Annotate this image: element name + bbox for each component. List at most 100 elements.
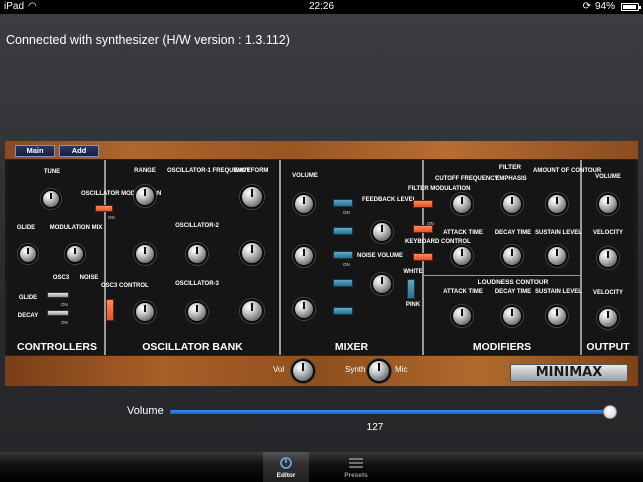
keyboard-control-switch-1[interactable] (413, 225, 433, 233)
editor-icon (280, 457, 292, 469)
pink-label: PINK (405, 302, 421, 308)
osc-modulation-label: OSCILLATOR MODULATION (81, 191, 161, 197)
mic-label: Mic (395, 365, 408, 374)
tab-editor-label: Editor (276, 472, 296, 479)
filter-attack-knob[interactable] (451, 245, 473, 267)
velocity-knob-2[interactable] (597, 307, 619, 329)
output-volume-label: VOLUME (595, 174, 621, 180)
osc2-range-knob[interactable] (134, 243, 156, 265)
noise-volume-knob[interactable] (371, 273, 393, 295)
mixer-osc1-knob[interactable] (293, 193, 315, 215)
controllers-title: CONTROLLERS (17, 341, 97, 353)
add-button[interactable]: Add (59, 145, 99, 157)
mixer-volume-label: VOLUME (292, 173, 318, 179)
osc1-waveform-knob[interactable] (240, 185, 264, 209)
wood-top-rail: Main Add (5, 141, 638, 160)
mixer-feedback-switch[interactable] (333, 227, 353, 235)
osc3-label: OSC3 (52, 275, 70, 281)
loudness-attack-time-label: ATTACK TIME (443, 289, 483, 295)
noise-label: NOISE (79, 275, 99, 281)
osc3-frequency-knob[interactable] (186, 301, 208, 323)
oscillator-bank-title: OSCILLATOR BANK (142, 341, 243, 353)
osc3-range-knob[interactable] (134, 301, 156, 323)
volume-value: 127 (366, 422, 384, 433)
output-volume-knob[interactable] (597, 193, 619, 215)
synth-panel: Main Add TUNE GLIDE MODULATION MIX OSC3 … (5, 141, 638, 386)
connection-status: Connected with synthesizer (H/W version … (6, 33, 290, 47)
mixer-osc1-switch[interactable] (333, 199, 353, 207)
app-screen: iPad ◠ 22:26 ⟳ 94% Connected with synthesi… (0, 0, 643, 482)
volume-label: Volume (127, 405, 164, 417)
tab-presets-label: Presets (344, 472, 368, 479)
loudness-attack-knob[interactable] (451, 305, 473, 327)
loudness-contour-label: LOUDNESS CONTOUR (477, 279, 549, 286)
osc3-control-switch[interactable] (106, 299, 114, 321)
on-label: ON (343, 210, 350, 215)
osc1-frequency-label: OSCILLATOR-1 FREQUENCY (167, 168, 251, 174)
glide-switch[interactable] (47, 292, 69, 298)
synth-mic-knob[interactable] (367, 359, 391, 383)
white-label: WHITE (403, 269, 423, 275)
feedback-level-label: FEEDBACK LEVEL (362, 197, 417, 203)
osc-modulation-switch[interactable] (95, 205, 113, 212)
loudness-sustain-knob[interactable] (546, 305, 568, 327)
mixer-noise-switch[interactable] (333, 279, 353, 287)
mixer-osc2-knob[interactable] (293, 245, 315, 267)
mixer-osc3-switch[interactable] (333, 307, 353, 315)
output-title: OUTPUT (586, 341, 630, 353)
filter-modulation-label: FILTER MODULATION (408, 186, 470, 192)
loudness-decay-time-label: DECAY TIME (494, 289, 532, 295)
modulation-mix-label: MODULATION MIX (49, 225, 103, 231)
filter-decay-knob[interactable] (501, 245, 523, 267)
volume-slider-track[interactable] (170, 410, 613, 414)
white-pink-switch[interactable] (407, 279, 415, 299)
decay-on-label: ON (61, 320, 68, 325)
volume-slider-thumb[interactable] (603, 405, 617, 419)
velocity-label-2: VELOCITY (592, 290, 623, 296)
loudness-decay-knob[interactable] (501, 305, 523, 327)
glide-label: GLIDE (16, 225, 36, 231)
osc2-label: OSCILLATOR-2 (175, 223, 219, 229)
feedback-level-knob[interactable] (371, 221, 393, 243)
osc2-waveform-knob[interactable] (240, 241, 264, 265)
osc3-control-label: OSC3 CONTROL (101, 283, 149, 289)
tune-knob[interactable] (41, 189, 61, 209)
amount-of-contour-knob[interactable] (546, 193, 568, 215)
mixer-title: MIXER (334, 341, 369, 353)
tune-label: TUNE (43, 169, 61, 175)
tab-presets[interactable]: Presets (333, 452, 379, 482)
keyboard-control-label: KEYBOARD CONTROL (405, 239, 471, 245)
glide-knob[interactable] (18, 244, 38, 264)
battery-icon (621, 2, 641, 11)
rotation-lock-icon: ⟳ (582, 1, 591, 12)
on-label: ON (343, 262, 350, 267)
main-button[interactable]: Main (15, 145, 55, 157)
vol-label: Vol (273, 365, 285, 374)
decay-switch[interactable] (47, 310, 69, 316)
cutoff-frequency-label: CUTOFF FREQUENCY (435, 176, 499, 182)
waveform-label: WAVEFORM (233, 168, 269, 174)
mixer-osc3-knob[interactable] (293, 298, 315, 320)
tab-editor[interactable]: Editor (263, 452, 309, 482)
range-knob[interactable] (134, 185, 156, 207)
cutoff-frequency-knob[interactable] (451, 193, 473, 215)
keyboard-control-switch-2[interactable] (413, 253, 433, 261)
vol-knob[interactable] (291, 359, 315, 383)
osc3-label: OSCILLATOR-3 (175, 281, 219, 287)
modulation-mix-knob[interactable] (65, 244, 85, 264)
filter-label: FILTER (498, 164, 522, 171)
osc2-frequency-knob[interactable] (186, 243, 208, 265)
velocity-knob-1[interactable] (597, 247, 619, 269)
filter-modulation-switch[interactable] (413, 200, 433, 208)
divider (424, 275, 580, 276)
filter-sustain-knob[interactable] (546, 245, 568, 267)
status-time: 22:26 (308, 1, 335, 12)
mixer-osc2-switch[interactable] (333, 251, 353, 259)
tab-bar: Editor Presets (0, 452, 643, 482)
synth-label: Synth (345, 365, 366, 374)
glide-switch-label: GLIDE (18, 295, 38, 301)
emphasis-knob[interactable] (501, 193, 523, 215)
filter-sustain-level-label: SUSTAIN LEVEL (535, 230, 582, 236)
emphasis-label: EMPHASIS (495, 176, 527, 182)
osc3-waveform-knob[interactable] (240, 299, 264, 323)
